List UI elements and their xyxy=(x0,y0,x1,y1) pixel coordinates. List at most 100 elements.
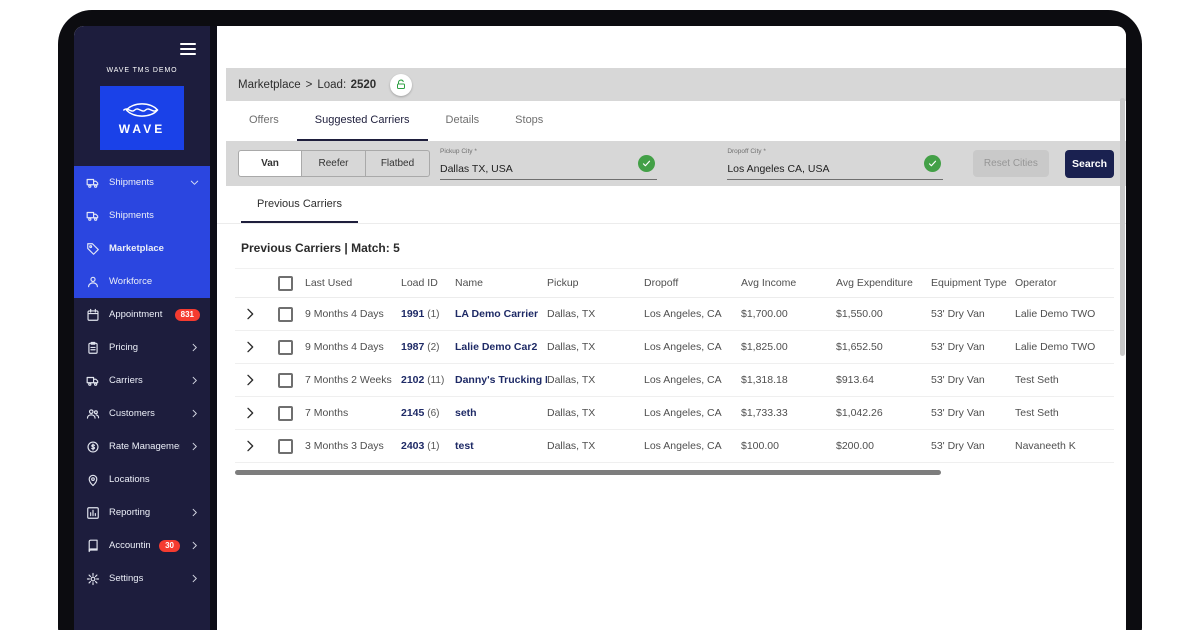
pickup-city-label: Pickup City * xyxy=(440,148,477,155)
operator-cell: Lalie Demo TWO xyxy=(1015,308,1096,320)
pickup-cell: Dallas, TX xyxy=(547,308,596,320)
unlock-button[interactable] xyxy=(390,73,413,96)
operator-cell: Lalie Demo TWO xyxy=(1015,341,1096,353)
sidebar-item-shipments-group[interactable]: Shipments xyxy=(74,166,210,199)
row-checkbox[interactable] xyxy=(277,339,293,355)
horizontal-scrollbar[interactable] xyxy=(235,470,941,475)
carrier-row[interactable]: 9 Months 4 Days 1991 (1) LA Demo Carrier… xyxy=(235,298,1114,331)
load-id-cell: 2102 (11) xyxy=(401,374,445,386)
sidebar-item-shipments[interactable]: Shipments xyxy=(74,199,210,232)
sidebar-item-locations[interactable]: Locations xyxy=(74,463,210,496)
equipment-toggle-group: Van Reefer Flatbed xyxy=(238,150,430,177)
avg-income-cell: $1,825.00 xyxy=(741,341,788,353)
avg-expenditure-cell: $1,042.26 xyxy=(836,407,883,419)
sidebar-item-carriers[interactable]: Carriers xyxy=(74,364,210,397)
avg-expenditure-cell: $913.64 xyxy=(836,374,874,386)
expand-chevron-icon[interactable] xyxy=(242,405,258,421)
carrier-row[interactable]: 7 Months 2145 (6) seth Dallas, TX Los An… xyxy=(235,397,1114,430)
gear-icon xyxy=(86,572,100,586)
col-avg-expenditure: Avg Expenditure xyxy=(836,277,913,289)
avg-income-cell: $1,318.18 xyxy=(741,374,788,386)
pickup-city-field: Pickup City * xyxy=(440,147,658,180)
tab-suggested-carriers[interactable]: Suggested Carriers xyxy=(296,101,428,141)
chevron-right-icon xyxy=(189,375,200,386)
last-used-cell: 3 Months 3 Days xyxy=(305,440,384,452)
col-last-used: Last Used xyxy=(305,277,353,289)
chevron-right-icon xyxy=(189,573,200,584)
sidebar-item-appointment[interactable]: Appointment 831 xyxy=(74,298,210,331)
avg-expenditure-cell: $1,550.00 xyxy=(836,308,883,320)
load-tabs: Offers Suggested Carriers Details Stops xyxy=(217,101,1126,141)
operator-cell: Test Seth xyxy=(1015,374,1059,386)
carrier-row[interactable]: 9 Months 4 Days 1987 (2) Lalie Demo Car2… xyxy=(235,331,1114,364)
sidebar-item-settings[interactable]: Settings xyxy=(74,562,210,595)
clipboard-icon xyxy=(86,341,100,355)
expand-chevron-icon[interactable] xyxy=(242,372,258,388)
app-title: WAVE TMS DEMO xyxy=(106,67,178,74)
avg-expenditure-cell: $1,652.50 xyxy=(836,341,883,353)
sidebar-item-pricing[interactable]: Pricing xyxy=(74,331,210,364)
expand-chevron-icon[interactable] xyxy=(242,306,258,322)
chevron-right-icon xyxy=(189,540,200,551)
carrier-row[interactable]: 3 Months 3 Days 2403 (1) test Dallas, TX… xyxy=(235,430,1114,463)
van-toggle-button[interactable]: Van xyxy=(238,150,302,177)
carrier-name-cell: Danny's Trucking Inc xyxy=(455,374,547,386)
row-checkbox[interactable] xyxy=(277,438,293,454)
chevron-right-icon xyxy=(189,507,200,518)
last-used-cell: 9 Months 4 Days xyxy=(305,341,384,353)
search-button[interactable]: Search xyxy=(1065,149,1115,178)
carriers-subtabs: Previous Carriers xyxy=(217,186,1126,224)
dropoff-cell: Los Angeles, CA xyxy=(644,407,722,419)
tab-stops[interactable]: Stops xyxy=(497,101,561,141)
load-label: Load: xyxy=(317,78,347,91)
chevron-right-icon xyxy=(189,441,200,452)
sidebar-item-customers[interactable]: Customers xyxy=(74,397,210,430)
tab-offers[interactable]: Offers xyxy=(231,101,297,141)
expand-chevron-icon[interactable] xyxy=(242,438,258,454)
select-all-cell xyxy=(265,275,305,291)
row-checkbox[interactable] xyxy=(277,405,293,421)
carrier-row[interactable]: 7 Months 2 Weeks 2102 (11) Danny's Truck… xyxy=(235,364,1114,397)
avg-income-cell: $100.00 xyxy=(741,440,779,452)
filter-bar: Van Reefer Flatbed Pickup City * Dropoff… xyxy=(226,141,1126,186)
reefer-toggle-button[interactable]: Reefer xyxy=(302,150,366,177)
reset-cities-button[interactable]: Reset Cities xyxy=(972,150,1050,177)
pickup-cell: Dallas, TX xyxy=(547,407,596,419)
dropoff-city-input[interactable] xyxy=(727,163,913,175)
page: WAVE TMS DEMO WAVE Shipments Shipments M… xyxy=(0,0,1200,630)
unlock-icon xyxy=(395,79,407,91)
sidebar-divider xyxy=(210,26,217,630)
results-section: Previous Carriers | Match: 5 Last Used L… xyxy=(217,224,1126,475)
pickup-valid-check-icon xyxy=(638,155,656,172)
dropoff-cell: Los Angeles, CA xyxy=(644,374,722,386)
col-load-id: Load ID xyxy=(401,277,438,289)
row-expand-cell xyxy=(235,438,265,454)
breadcrumb-section[interactable]: Marketplace xyxy=(238,79,301,91)
sidebar-item-rate-management[interactable]: Rate Management xyxy=(74,430,210,463)
select-all-checkbox[interactable] xyxy=(277,275,293,291)
row-checkbox[interactable] xyxy=(277,306,293,322)
appointment-badge: 831 xyxy=(174,308,200,321)
flatbed-toggle-button[interactable]: Flatbed xyxy=(366,150,430,177)
pickup-city-input[interactable] xyxy=(440,163,625,175)
pickup-cell: Dallas, TX xyxy=(547,341,596,353)
load-number: 2520 xyxy=(350,78,377,91)
sidebar-item-reporting[interactable]: Reporting xyxy=(74,496,210,529)
expand-chevron-icon[interactable] xyxy=(242,339,258,355)
tab-previous-carriers[interactable]: Previous Carriers xyxy=(241,186,358,223)
tab-details[interactable]: Details xyxy=(428,101,498,141)
col-name: Name xyxy=(455,277,484,289)
truck-icon xyxy=(86,374,100,388)
sidebar-item-workforce[interactable]: Workforce xyxy=(74,265,210,298)
vertical-scrollbar[interactable] xyxy=(1120,98,1125,356)
truck-icon xyxy=(86,176,100,190)
row-expand-cell xyxy=(235,306,265,322)
row-checkbox[interactable] xyxy=(277,372,293,388)
accounting-badge: 30 xyxy=(159,539,180,552)
hamburger-menu-icon[interactable] xyxy=(180,40,196,58)
breadcrumb-bar: Marketplace > Load: 2520 xyxy=(226,68,1126,101)
sidebar-item-accounting[interactable]: Accounting 30 xyxy=(74,529,210,562)
row-checkbox-cell xyxy=(265,339,305,355)
sidebar: WAVE TMS DEMO WAVE Shipments Shipments M… xyxy=(74,26,210,630)
sidebar-item-marketplace[interactable]: Marketplace xyxy=(74,232,210,265)
